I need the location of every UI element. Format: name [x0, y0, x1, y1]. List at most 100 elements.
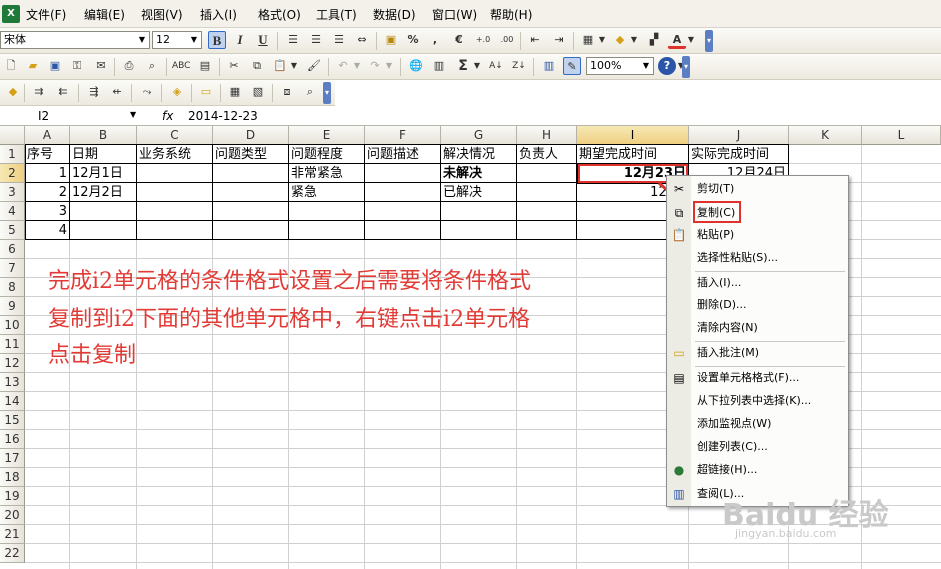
context-menu-add-watch[interactable]: 添加监视点(W): [667, 413, 850, 435]
row-header-14[interactable]: 14: [0, 392, 25, 411]
autosum-button[interactable]: Σ: [454, 57, 472, 75]
cell-b3[interactable]: 12月2日: [70, 183, 136, 202]
italic-button[interactable]: I: [231, 31, 249, 49]
research-icon[interactable]: ▤: [196, 57, 214, 75]
cell-f1[interactable]: 问题描述: [365, 145, 440, 164]
align-left-icon[interactable]: ☰: [284, 31, 302, 49]
row-header-20[interactable]: 20: [0, 506, 25, 525]
row-header-22[interactable]: 22: [0, 544, 25, 563]
context-menu-paste-special[interactable]: 选择性粘贴(S)...: [667, 247, 850, 269]
chevron-down-icon[interactable]: ▼: [289, 57, 299, 75]
remove-dependent-arrows-icon[interactable]: ⇷: [108, 83, 126, 101]
cell-e2[interactable]: 非常紧急: [289, 164, 364, 183]
select-all-corner[interactable]: [0, 126, 25, 145]
row-header-21[interactable]: 21: [0, 525, 25, 544]
font-color-button[interactable]: A: [668, 31, 686, 49]
underline-button[interactable]: U: [254, 31, 272, 49]
chevron-down-icon[interactable]: ▼: [384, 57, 394, 75]
context-menu-pick-list[interactable]: 从下拉列表中选择(K)...: [667, 390, 850, 412]
save-icon[interactable]: ▣: [46, 57, 64, 75]
column-header-i[interactable]: I: [577, 126, 689, 145]
increase-indent-icon[interactable]: ⇥: [550, 31, 568, 49]
comma-button[interactable]: ,: [426, 31, 444, 49]
row-header-10[interactable]: 10: [0, 316, 25, 335]
trace-error-icon[interactable]: ◈: [168, 83, 186, 101]
undo-icon[interactable]: ↶: [334, 57, 352, 75]
chevron-down-icon[interactable]: ▼: [640, 59, 652, 73]
align-center-icon[interactable]: ☰: [307, 31, 325, 49]
research-book-icon[interactable]: ▥: [430, 57, 448, 75]
increase-decimal-icon[interactable]: +.0: [474, 31, 492, 49]
context-menu-create-list[interactable]: 创建列表(C)...: [667, 436, 850, 458]
print-preview-icon[interactable]: ⌕: [143, 57, 161, 75]
copy-icon[interactable]: ⧉: [248, 57, 266, 75]
sort-descending-icon[interactable]: Z↓: [510, 57, 528, 75]
permission-icon[interactable]: ⚿: [68, 57, 86, 75]
open-folder-icon[interactable]: ▰: [24, 57, 42, 75]
row-header-18[interactable]: 18: [0, 468, 25, 487]
trace-dependents-icon[interactable]: ⇶: [85, 83, 103, 101]
row-header-12[interactable]: 12: [0, 354, 25, 373]
row-header-19[interactable]: 19: [0, 487, 25, 506]
evaluate-formula-icon[interactable]: ⌕: [301, 83, 319, 101]
row-header-1[interactable]: 1: [0, 145, 25, 164]
context-menu-insert[interactable]: 插入(I)...: [667, 272, 850, 294]
spelling-icon[interactable]: ABC: [172, 57, 190, 75]
cell-a4[interactable]: 3: [25, 202, 69, 221]
row-header-11[interactable]: 11: [0, 335, 25, 354]
chevron-down-icon[interactable]: ▼: [597, 31, 607, 49]
trace-precedents-icon[interactable]: ⇉: [30, 83, 48, 101]
font-size-combo[interactable]: 12 ▼: [152, 31, 202, 49]
column-header-g[interactable]: G: [441, 126, 517, 145]
row-header-15[interactable]: 15: [0, 411, 25, 430]
chevron-down-icon[interactable]: ▼: [188, 33, 200, 47]
menu-tools[interactable]: 工具(T): [316, 6, 357, 23]
menu-help[interactable]: 帮助(H): [490, 6, 532, 23]
chevron-down-icon[interactable]: ▼: [686, 31, 696, 49]
circle-invalid-data-icon[interactable]: ▦: [226, 83, 244, 101]
menu-file[interactable]: 文件(F): [26, 6, 66, 23]
hyperlink-icon[interactable]: 🌐: [407, 57, 425, 75]
chart-wizard-icon[interactable]: ▥: [540, 57, 558, 75]
error-check-icon[interactable]: ◆: [4, 83, 22, 101]
column-header-f[interactable]: F: [365, 126, 441, 145]
percent-button[interactable]: %: [404, 31, 422, 49]
name-box[interactable]: I2: [0, 107, 128, 125]
font-name-combo[interactable]: 宋体 ▼: [0, 31, 150, 49]
bold-button[interactable]: B: [208, 31, 226, 49]
cell-e1[interactable]: 问题程度: [289, 145, 364, 164]
chevron-down-icon[interactable]: ▼: [472, 57, 482, 75]
cell-c1[interactable]: 业务系统: [137, 145, 212, 164]
row-header-4[interactable]: 4: [0, 202, 25, 221]
formula-input[interactable]: 2014-12-23: [188, 107, 258, 125]
decrease-decimal-icon[interactable]: .00: [498, 31, 516, 49]
row-header-8[interactable]: 8: [0, 278, 25, 297]
toolbar-options-icon[interactable]: ▾: [705, 30, 713, 52]
context-menu-clear[interactable]: 清除内容(N): [667, 317, 850, 339]
row-header-17[interactable]: 17: [0, 449, 25, 468]
column-header-c[interactable]: C: [137, 126, 213, 145]
menu-format[interactable]: 格式(O): [258, 6, 301, 23]
sort-ascending-icon[interactable]: A↓: [487, 57, 505, 75]
cell-j1[interactable]: 实际完成时间: [689, 145, 788, 164]
help-button[interactable]: ?: [658, 57, 676, 75]
currency-icon[interactable]: ▣: [382, 31, 400, 49]
column-header-k[interactable]: K: [789, 126, 862, 145]
column-header-l[interactable]: L: [862, 126, 941, 145]
merge-center-icon[interactable]: ⇔: [353, 31, 371, 49]
cell-b2[interactable]: 12月1日: [70, 164, 136, 183]
chevron-down-icon[interactable]: ▼: [136, 33, 148, 47]
redo-icon[interactable]: ↷: [366, 57, 384, 75]
column-header-a[interactable]: A: [25, 126, 70, 145]
menu-insert[interactable]: 插入(I): [200, 6, 237, 23]
excel-app-icon[interactable]: X: [2, 5, 20, 23]
column-header-d[interactable]: D: [213, 126, 289, 145]
context-menu-insert-comment[interactable]: ▭ 插入批注(M): [667, 342, 850, 364]
clear-validation-circles-icon[interactable]: ▧: [249, 83, 267, 101]
cell-d1[interactable]: 问题类型: [213, 145, 288, 164]
cell-g1[interactable]: 解决情况: [441, 145, 516, 164]
drawing-icon[interactable]: ✎: [563, 57, 581, 75]
remove-all-arrows-icon[interactable]: ⤳: [138, 83, 156, 101]
cell-a5[interactable]: 4: [25, 221, 69, 240]
context-menu-hyperlink[interactable]: ● 超链接(H)...: [667, 459, 850, 481]
